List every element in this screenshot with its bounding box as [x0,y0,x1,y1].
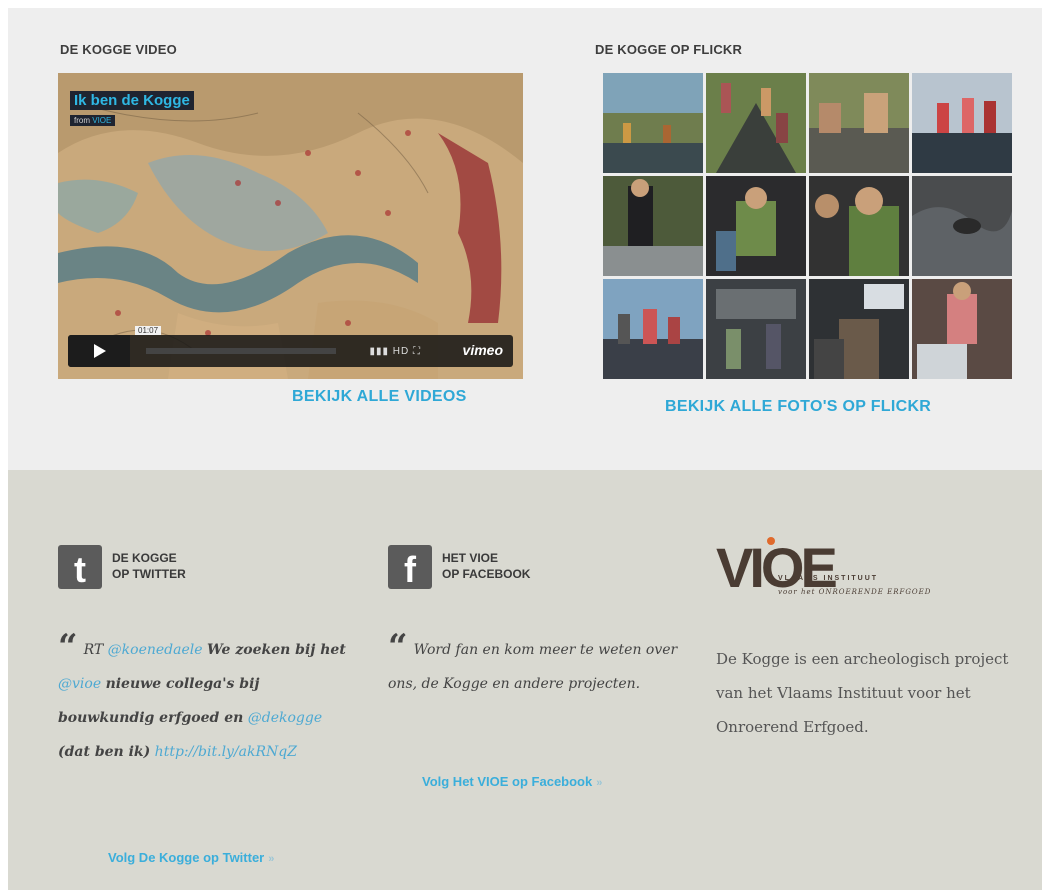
vioe-logo-line1: VLAAMS INSTITUUT [778,575,879,582]
twitter-label-line2: OP TWITTER [112,567,186,581]
follow-facebook-link[interactable]: Volg Het VIOE op Facebook» [422,774,602,789]
facebook-label[interactable]: HET VIOE OP FACEBOOK [442,550,530,582]
video-from-name[interactable]: VIOE [92,116,111,125]
flickr-photo[interactable] [706,176,806,276]
flickr-photo[interactable] [809,73,909,173]
view-all-videos-link[interactable]: BEKIJK ALLE VIDEOS [292,388,467,406]
flickr-photo[interactable] [809,279,909,379]
video-from[interactable]: from VIOE [70,115,116,126]
facebook-label-line1: HET VIOE [442,551,499,565]
twitter-icon[interactable]: t [58,545,102,590]
video-title[interactable]: Ik ben de Kogge [70,91,194,110]
twitter-label-line1: DE KOGGE [112,551,177,565]
flickr-photo[interactable] [706,73,806,173]
video-section-title: DE KOGGE VIDEO [60,42,177,57]
tweet-mention-dekogge[interactable]: @dekogge [248,710,322,726]
play-button[interactable] [68,335,130,367]
tweet-part3: (dat ben ik) [58,744,151,760]
tweet-rt: RT [83,642,104,658]
flickr-photo[interactable] [603,279,703,379]
quote-mark-icon: “ [388,627,408,667]
project-description: De Kogge is een archeologisch project va… [716,650,1009,736]
flickr-photo[interactable] [603,73,703,173]
arrow-icon: » [268,853,275,865]
video-from-prefix: from [74,116,90,125]
flickr-photo[interactable] [912,73,1012,173]
follow-twitter-label: Volg De Kogge op Twitter [108,850,265,865]
tweet-part1: We zoeken bij het [206,642,346,658]
flickr-photo[interactable] [603,176,703,276]
twitter-label[interactable]: DE KOGGE OP TWITTER [112,550,186,582]
flickr-photo-grid [603,73,1013,381]
flickr-photo[interactable] [809,176,909,276]
flickr-photo[interactable] [706,279,806,379]
follow-twitter-link[interactable]: Volg De Kogge op Twitter» [108,850,274,865]
vioe-logo-line2: voor het ONROERENDE ERFGOED [778,588,932,596]
video-progress-bar[interactable] [146,348,336,354]
flickr-section-title: DE KOGGE OP FLICKR [595,42,743,57]
facebook-label-line2: OP FACEBOOK [442,567,531,581]
player-icons[interactable]: ▮▮▮ HD ⛶ [369,346,421,357]
view-all-flickr-link[interactable]: BEKIJK ALLE FOTO'S OP FLICKR [665,398,931,416]
flickr-photo[interactable] [912,176,1012,276]
tweet-mention-vioe[interactable]: @vioe [58,676,101,692]
vioe-logo[interactable]: VIOE VLAAMS INSTITUUT voor het ONROEREND… [716,537,1016,610]
video-controls: 01:07 ▮▮▮ HD ⛶ vimeo [68,326,513,367]
facebook-quote: “Word fan en kom meer te weten over ons,… [388,630,688,701]
video-player[interactable]: Ik ben de Kogge from VIOE 01:07 ▮▮▮ HD ⛶… [58,73,523,379]
quote-mark-icon: “ [58,627,78,667]
follow-facebook-label: Volg Het VIOE op Facebook [422,774,593,789]
flickr-photo[interactable] [912,279,1012,379]
tweet-user-link[interactable]: @koenedaele [108,642,203,658]
tweet-link[interactable]: http://bit.ly/akRNqZ [155,744,297,760]
facebook-quote-text: Word fan en kom meer te weten over ons, … [388,642,678,692]
arrow-icon: » [596,777,603,789]
tweet-text: “RT @koenedaele We zoeken bij het @vioe … [58,630,358,769]
vimeo-logo[interactable]: vimeo [463,342,503,358]
video-thumbnail-map [58,73,523,379]
video-duration: 01:07 [135,326,162,335]
facebook-icon[interactable]: f [388,545,432,590]
